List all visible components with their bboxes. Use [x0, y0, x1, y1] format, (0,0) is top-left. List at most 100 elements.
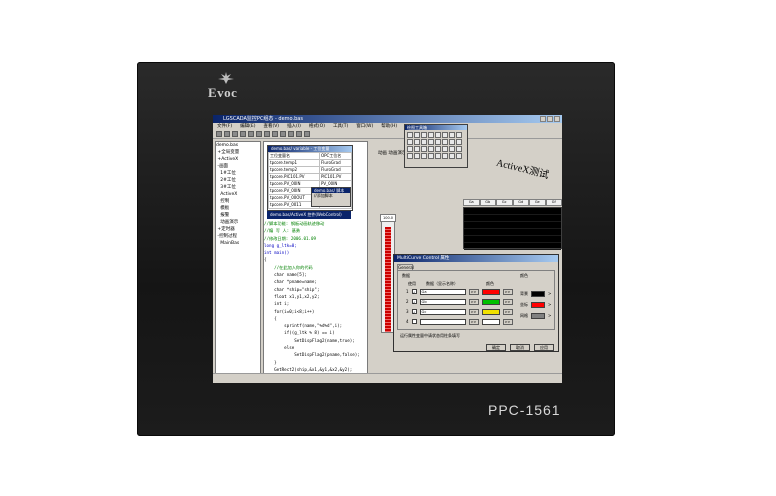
redo-icon[interactable]	[272, 131, 278, 137]
pipe-tool-icon[interactable]	[449, 139, 455, 145]
curve-color-swatch[interactable]	[481, 318, 500, 325]
curve-data-input[interactable]	[419, 318, 466, 325]
tree-item[interactable]: ActiveX	[216, 191, 260, 198]
polygon-tool-icon[interactable]	[435, 132, 441, 138]
save-icon[interactable]	[232, 131, 238, 137]
tree-item[interactable]: MainBas	[216, 240, 260, 247]
copy-icon[interactable]	[248, 131, 254, 137]
tree-item[interactable]: 报警	[216, 212, 260, 219]
undo-icon[interactable]	[264, 131, 270, 137]
tree-item[interactable]: 2#工位	[216, 177, 260, 184]
ungroup-tool-icon[interactable]	[414, 153, 420, 159]
tree-item[interactable]: +全局变量	[216, 149, 260, 156]
browse-button[interactable]: >>	[468, 318, 479, 325]
menu-window[interactable]: 窗口(W)	[356, 123, 373, 130]
color-tool-icon[interactable]	[449, 153, 455, 159]
table-row[interactable]: tpcore.temp2 FluroGrad	[268, 166, 353, 174]
trend-chart[interactable]	[463, 207, 562, 250]
fill-tool-icon[interactable]	[442, 153, 448, 159]
table-row[interactable]: tpcore.PIC101.PV PIC101.PV	[268, 173, 353, 181]
activex-tool-icon[interactable]	[456, 146, 462, 152]
curve-enable-checkbox[interactable]	[411, 319, 417, 324]
maximize-button[interactable]	[547, 116, 553, 122]
activex-bar[interactable]: demo.bas/ActiveX 控件(WebControl)	[267, 211, 351, 219]
front-tool-icon[interactable]	[428, 153, 434, 159]
grid-color-swatch[interactable]	[531, 312, 545, 319]
menu-help[interactable]: 帮助(H)	[381, 123, 397, 130]
curve-color-swatch[interactable]	[481, 298, 500, 305]
stop-icon[interactable]	[288, 131, 294, 137]
curve-data-input[interactable]: Gc	[419, 308, 466, 315]
lamp-tool-icon[interactable]	[428, 146, 434, 152]
color-picker-button[interactable]: >>	[502, 308, 513, 315]
menu-edit[interactable]: 编辑(E)	[240, 123, 255, 130]
minimize-button[interactable]	[540, 116, 546, 122]
browse-button[interactable]: >>	[468, 298, 479, 305]
new-icon[interactable]	[216, 131, 222, 137]
tree-item[interactable]: +ActiveX	[216, 156, 260, 163]
tree-item[interactable]: -控制过程	[216, 233, 260, 240]
curve-enable-checkbox[interactable]: ✓	[411, 289, 417, 295]
select-tool-icon[interactable]	[407, 132, 413, 138]
menu-tools[interactable]: 工具(T)	[333, 123, 348, 130]
curve-enable-checkbox[interactable]: ✓	[411, 299, 417, 305]
zoom-icon[interactable]	[304, 131, 310, 137]
apply-button[interactable]: 应用	[534, 344, 554, 351]
axis-color-swatch[interactable]	[531, 301, 545, 308]
align-tool-icon[interactable]	[421, 153, 427, 159]
bar-tool-icon[interactable]	[421, 139, 427, 145]
back-tool-icon[interactable]	[435, 153, 441, 159]
menu-insert[interactable]: 插入(I)	[287, 123, 301, 130]
table-row[interactable]: tpcore.temp1 FluroGrad	[268, 159, 353, 167]
cut-icon[interactable]	[240, 131, 246, 137]
color-picker-button[interactable]: >>	[502, 288, 513, 295]
color-picker-button[interactable]: >	[548, 290, 551, 297]
tree-item[interactable]: 模板	[216, 205, 260, 212]
ellipse-tool-icon[interactable]	[428, 132, 434, 138]
arc-tool-icon[interactable]	[449, 132, 455, 138]
pump-tool-icon[interactable]	[407, 146, 413, 152]
curve-data-input[interactable]: Gb	[419, 298, 466, 305]
color-picker-button[interactable]: >	[548, 312, 551, 319]
curve-color-swatch[interactable]	[481, 308, 500, 315]
background-color-swatch[interactable]	[531, 290, 545, 297]
motor-tool-icon[interactable]	[421, 146, 427, 152]
button-tool-icon[interactable]	[407, 139, 413, 145]
run-icon[interactable]	[280, 131, 286, 137]
browse-button[interactable]: >>	[468, 308, 479, 315]
font-tool-icon[interactable]	[456, 153, 462, 159]
tree-item[interactable]: 1#工位	[216, 170, 260, 177]
menu-file[interactable]: 文件(F)	[217, 123, 232, 130]
group-tool-icon[interactable]	[407, 153, 413, 159]
color-picker-button[interactable]: >	[548, 301, 551, 308]
ok-button[interactable]: 确定	[486, 344, 506, 351]
image-tool-icon[interactable]	[456, 132, 462, 138]
tank-tool-icon[interactable]	[414, 146, 420, 152]
rect-tool-icon[interactable]	[421, 132, 427, 138]
tree-item[interactable]: 3#工位	[216, 184, 260, 191]
tree-item[interactable]: +定时器	[216, 226, 260, 233]
cancel-button[interactable]: 取消	[510, 344, 530, 351]
browse-button[interactable]: >>	[468, 288, 479, 295]
tree-item[interactable]: demo.bas	[216, 142, 260, 149]
tree-item[interactable]: 动画演示	[216, 219, 260, 226]
switch-tool-icon[interactable]	[435, 146, 441, 152]
tree-item[interactable]: -画面	[216, 163, 260, 170]
text-tool-icon[interactable]	[442, 132, 448, 138]
alarm-tool-icon[interactable]	[435, 139, 441, 145]
curve-color-swatch[interactable]	[481, 288, 500, 295]
slider-tool-icon[interactable]	[442, 146, 448, 152]
trend-tool-icon[interactable]	[428, 139, 434, 145]
paste-icon[interactable]	[256, 131, 262, 137]
open-icon[interactable]	[224, 131, 230, 137]
menu-view[interactable]: 查看(V)	[263, 123, 279, 130]
meter-tool-icon[interactable]	[449, 146, 455, 152]
table-tool-icon[interactable]	[442, 139, 448, 145]
menu-format[interactable]: 格式(O)	[309, 123, 325, 130]
color-picker-button[interactable]: >>	[502, 318, 513, 325]
valve-tool-icon[interactable]	[456, 139, 462, 145]
gauge-tool-icon[interactable]	[414, 139, 420, 145]
close-button[interactable]	[554, 116, 560, 122]
curve-enable-checkbox[interactable]: ✓	[411, 309, 417, 315]
line-tool-icon[interactable]	[414, 132, 420, 138]
